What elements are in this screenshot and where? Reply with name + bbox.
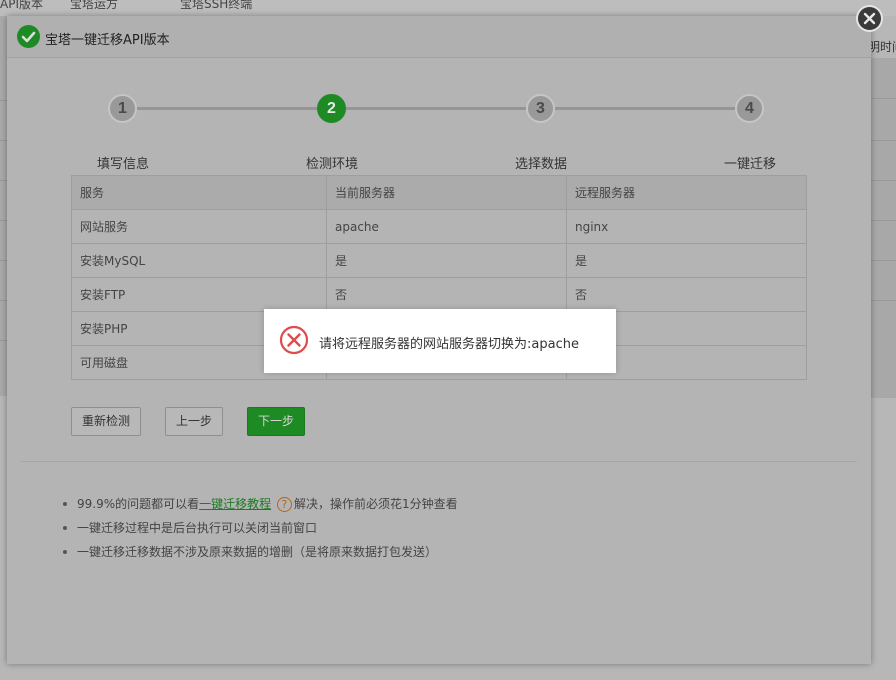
bg-row-divider — [871, 260, 896, 261]
note-text: 一键迁移过程中是后台执行可以关闭当前窗口 — [77, 521, 318, 535]
bg-row-divider — [871, 98, 896, 99]
check-circle-icon — [17, 25, 40, 48]
bg-right-table-edge — [871, 58, 896, 398]
table-cell: 是 — [326, 243, 567, 278]
step-4-label: 一键迁移 — [723, 157, 776, 172]
bg-row-divider — [871, 300, 896, 301]
column-header-current: 当前服务器 — [326, 175, 567, 210]
toast-message: 请将远程服务器的网站服务器切换为:apache — [319, 337, 579, 352]
help-icon[interactable]: ? — [276, 497, 292, 512]
note-text: 99.9%的问题都可以看 — [77, 497, 200, 511]
table-cell: 否 — [566, 277, 807, 312]
dialog-title: 宝塔一键迁移API版本 — [45, 33, 170, 48]
background-toolbar: API版本 宝塔运方 宝塔SSH终端 — [0, 0, 896, 16]
step-4-circle: 4 — [735, 94, 764, 123]
list-item: 一键迁移迁移数据不涉及原来数据的增删（是将原来数据打包发送） — [63, 543, 458, 567]
step-1-label: 填写信息 — [96, 157, 149, 172]
bg-tab-run: 宝塔运方 — [70, 0, 119, 11]
step-connector — [346, 107, 526, 110]
table-row: 安装FTP 否 否 — [71, 277, 807, 312]
table-cell: 否 — [326, 277, 567, 312]
table-cell: nginx — [566, 209, 807, 244]
bg-tab-ssh: 宝塔SSH终端 — [180, 0, 253, 11]
table-cell: 安装MySQL — [71, 243, 327, 278]
column-header-service: 服务 — [71, 175, 327, 210]
table-cell: apache — [326, 209, 567, 244]
bg-column-header-time: 明时间 — [868, 40, 896, 54]
close-button[interactable] — [856, 5, 883, 32]
table-row: 安装MySQL 是 是 — [71, 243, 807, 278]
step-1-circle: 1 — [108, 94, 137, 123]
error-toast: 请将远程服务器的网站服务器切换为:apache — [264, 309, 616, 373]
table-header-row: 服务 当前服务器 远程服务器 — [71, 175, 807, 210]
note-text: 解决，操作前必须花1分钟查看 — [293, 497, 458, 511]
bg-row-divider — [871, 180, 896, 181]
error-circle-icon — [279, 325, 309, 355]
table-cell: 网站服务 — [71, 209, 327, 244]
step-3-label: 选择数据 — [514, 157, 567, 172]
step-connector — [555, 107, 735, 110]
section-divider — [21, 461, 857, 462]
tutorial-link[interactable]: 一键迁移教程 — [199, 497, 271, 511]
step-2-label: 检测环境 — [305, 157, 358, 172]
prev-step-button[interactable]: 上一步 — [165, 407, 223, 436]
list-item: 99.9%的问题都可以看一键迁移教程 ? 解决，操作前必须花1分钟查看 — [63, 495, 458, 519]
table-cell: 安装FTP — [71, 277, 327, 312]
table-cell: 是 — [566, 243, 807, 278]
bg-tab-api: API版本 — [0, 0, 43, 11]
step-connector — [137, 107, 317, 110]
dialog-header: 宝塔一键迁移API版本 — [7, 16, 871, 58]
recheck-button[interactable]: 重新检测 — [71, 407, 141, 436]
notes-list: 99.9%的问题都可以看一键迁移教程 ? 解决，操作前必须花1分钟查看 一键迁移过… — [63, 495, 458, 567]
column-header-remote: 远程服务器 — [566, 175, 807, 210]
note-text: 一键迁移迁移数据不涉及原来数据的增删（是将原来数据打包发送） — [77, 545, 438, 559]
next-step-button[interactable]: 下一步 — [247, 407, 305, 436]
step-2-circle: 2 — [317, 94, 346, 123]
close-icon — [863, 12, 876, 25]
step-3-circle: 3 — [526, 94, 555, 123]
list-item: 一键迁移过程中是后台执行可以关闭当前窗口 — [63, 519, 458, 543]
bg-row-divider — [871, 220, 896, 221]
bg-row-divider — [871, 140, 896, 141]
table-row: 网站服务 apache nginx — [71, 209, 807, 244]
